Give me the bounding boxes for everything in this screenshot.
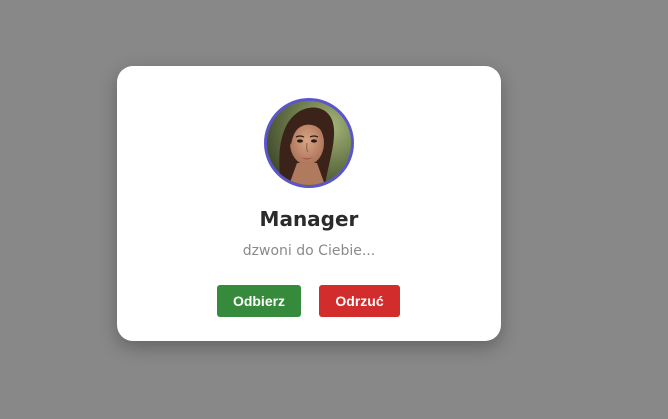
caller-avatar [264,98,354,188]
accept-call-button[interactable]: Odbierz [217,285,301,317]
caller-name: Manager [259,207,359,231]
incoming-call-dialog: Manager dzwoni do Ciebie... Odbierz Odrz… [117,66,501,341]
decline-call-button[interactable]: Odrzuć [319,285,400,317]
caller-photo [267,101,351,185]
call-status-text: dzwoni do Ciebie... [242,243,376,259]
